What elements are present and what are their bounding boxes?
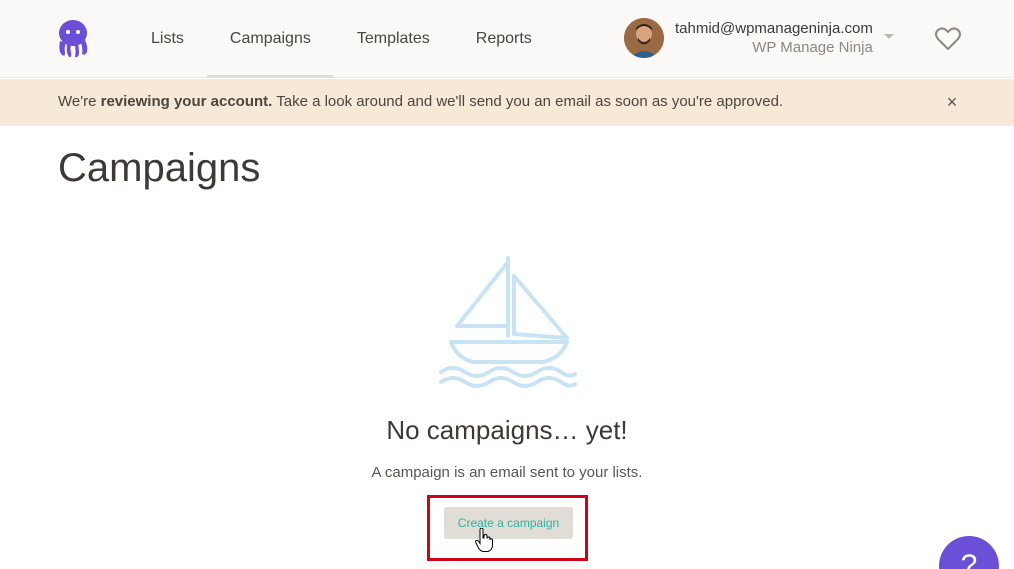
help-button[interactable]: ? (939, 536, 999, 569)
banner-suffix: Take a look around and we'll send you an… (272, 93, 784, 110)
hand-cursor-icon (475, 527, 493, 552)
account-menu[interactable]: tahmid@wpmanageninja.com WP Manage Ninja (624, 18, 873, 58)
banner-message: We're reviewing your account. Take a loo… (58, 93, 783, 110)
nav-item-label: Lists (151, 30, 184, 47)
nav-item-reports[interactable]: Reports (453, 0, 555, 78)
heart-icon[interactable] (934, 26, 962, 52)
sailboat-icon (437, 254, 579, 388)
page-title: Campaigns (58, 146, 261, 190)
account-details: tahmid@wpmanageninja.com WP Manage Ninja (675, 19, 873, 57)
account-review-banner: We're reviewing your account. Take a loo… (0, 79, 1014, 126)
create-campaign-button[interactable]: Create a campaign (444, 507, 573, 539)
user-email: tahmid@wpmanageninja.com (675, 20, 873, 37)
empty-state-title: No campaigns… yet! (386, 415, 628, 445)
banner-bold-text: reviewing your account. (100, 93, 273, 110)
banner-prefix: We're (58, 93, 101, 110)
nav-item-label: Campaigns (229, 30, 311, 47)
nav-item-campaigns[interactable]: Campaigns (206, 0, 334, 78)
empty-state-subtitle: A campaign is an email sent to your list… (371, 464, 643, 481)
nav-item-lists[interactable]: Lists (128, 0, 207, 78)
nav-item-label: Reports (475, 30, 532, 47)
nav-item-templates[interactable]: Templates (334, 0, 453, 78)
avatar (624, 18, 664, 58)
user-organization: WP Manage Ninja (752, 39, 873, 56)
chevron-down-icon[interactable] (884, 34, 894, 39)
octopus-logo-icon[interactable] (56, 19, 90, 59)
main-nav: Lists Campaigns Templates Reports (128, 0, 555, 78)
top-navigation-bar: Lists Campaigns Templates Reports tahmid… (0, 0, 1014, 78)
close-icon[interactable]: × (944, 93, 960, 111)
nav-item-label: Templates (356, 30, 430, 47)
